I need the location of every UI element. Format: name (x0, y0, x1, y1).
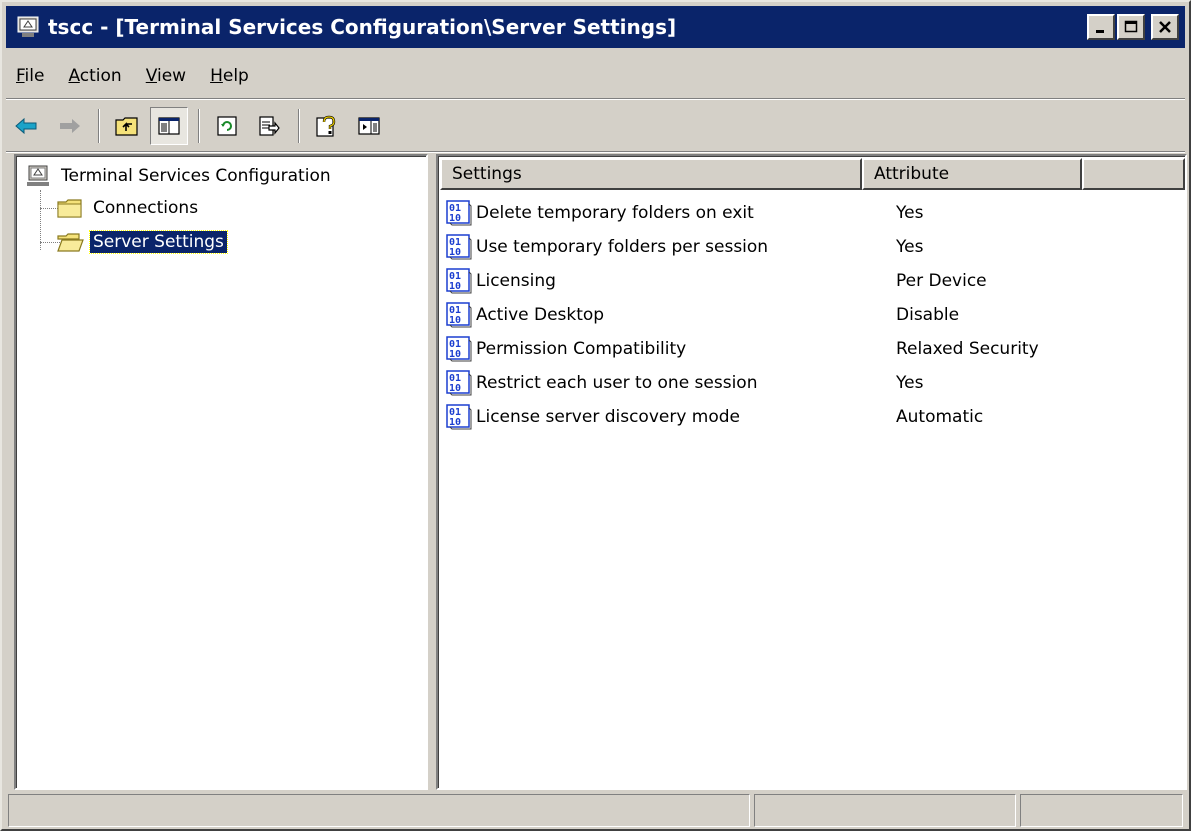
svg-text:10: 10 (449, 213, 461, 224)
list-header: Settings Attribute (440, 158, 1185, 190)
window-title: tscc - [Terminal Services Configuration\… (48, 15, 677, 39)
show-hide-tree-icon (158, 117, 180, 135)
setting-attribute: Per Device (896, 271, 987, 291)
svg-text:10: 10 (449, 281, 461, 292)
setting-attribute: Disable (896, 305, 960, 325)
menu-view[interactable]: View (136, 66, 200, 86)
forward-button[interactable] (50, 107, 88, 145)
menu-file[interactable]: File (6, 66, 58, 86)
setting-name: Use temporary folders per session (476, 237, 769, 257)
list-item[interactable]: 01 10 License server discovery mode Autom… (446, 400, 1176, 434)
setting-attribute: Relaxed Security (896, 339, 1039, 359)
column-header-settings[interactable]: Settings (440, 158, 862, 190)
back-arrow-icon (15, 117, 37, 135)
list-item[interactable]: 01 10 Use temporary folders per session Y… (446, 230, 1176, 264)
setting-name: Active Desktop (476, 305, 605, 325)
list-item[interactable]: 01 10 Delete temporary folders on exit Ye… (446, 196, 1176, 230)
setting-icon: 0110 (446, 200, 472, 226)
column-header-empty[interactable] (1082, 158, 1185, 190)
menu-divider (6, 98, 1185, 100)
title-bar[interactable]: tscc - [Terminal Services Configuration\… (6, 6, 1185, 48)
setting-icon: 0110 (446, 268, 472, 294)
svg-text:10: 10 (449, 417, 461, 428)
folder-icon (57, 199, 82, 218)
minimize-icon (1096, 30, 1104, 33)
svg-text:10: 10 (449, 383, 461, 394)
terminal-services-config-icon (27, 165, 49, 186)
list-item[interactable]: 01 10 Restrict each user to one session Y… (446, 366, 1176, 400)
list-item[interactable]: 01 10 Active Desktop Disable (446, 298, 1176, 332)
toolbar-separator (98, 109, 100, 143)
toolbar-divider (6, 151, 1185, 153)
show-hide-action-pane-button[interactable] (350, 107, 388, 145)
setting-icon: 0110 (446, 404, 472, 430)
help-button[interactable] (308, 107, 346, 145)
maximize-button[interactable] (1117, 14, 1145, 40)
tree-item-label: Connections (93, 198, 199, 218)
setting-icon: 0110 (446, 370, 472, 396)
setting-attribute: Yes (896, 237, 924, 257)
tree-connector (40, 190, 41, 250)
tree-item-label: Terminal Services Configuration (61, 166, 331, 186)
toolbar-separator (298, 109, 300, 143)
menu-action[interactable]: Action (58, 66, 135, 86)
open-folder-icon (57, 233, 84, 252)
toolbar-separator (198, 109, 200, 143)
menu-bar: File Action View Help (6, 56, 263, 96)
svg-text:10: 10 (449, 315, 461, 326)
toolbar (8, 102, 1187, 150)
status-pane-right (1020, 794, 1183, 827)
setting-attribute: Automatic (896, 407, 984, 427)
column-header-attribute[interactable]: Attribute (862, 158, 1082, 190)
menu-help[interactable]: Help (200, 66, 263, 86)
terminal-services-icon (17, 16, 39, 37)
setting-icon: 0110 (446, 336, 472, 362)
setting-name: Licensing (476, 271, 556, 291)
minimize-button[interactable] (1087, 14, 1115, 40)
status-pane-main (8, 794, 750, 827)
svg-text:10: 10 (449, 247, 461, 258)
refresh-icon (217, 116, 237, 136)
close-button[interactable] (1151, 14, 1179, 40)
details-list[interactable]: Settings Attribute 01 10 Delete temporary… (436, 154, 1187, 790)
setting-name: Restrict each user to one session (476, 373, 758, 393)
setting-attribute: Yes (896, 203, 924, 223)
refresh-button[interactable] (208, 107, 246, 145)
list-rows: 01 10 Delete temporary folders on exit Ye… (446, 196, 1176, 434)
setting-name: Delete temporary folders on exit (476, 203, 754, 223)
setting-name: Permission Compatibility (476, 339, 687, 359)
setting-icon: 0110 (446, 234, 472, 260)
help-icon (316, 115, 336, 137)
tree-item-connections[interactable]: Connections (56, 196, 201, 220)
export-list-icon (259, 116, 280, 136)
console-tree[interactable]: Terminal Services Configuration Connecti… (14, 154, 428, 790)
app-window: tscc - [Terminal Services Configuration\… (0, 0, 1191, 831)
action-pane-icon (358, 117, 380, 135)
tree-item-label-selected: Server Settings (89, 230, 228, 254)
back-button[interactable] (8, 107, 46, 145)
svg-text:10: 10 (449, 349, 461, 360)
status-pane-middle (754, 794, 1016, 827)
export-list-button[interactable] (250, 107, 288, 145)
tree-item-root[interactable]: Terminal Services Configuration (26, 164, 334, 188)
setting-name: License server discovery mode (476, 407, 741, 427)
maximize-icon (1124, 20, 1138, 33)
list-item[interactable]: 01 10 Licensing Per Device (446, 264, 1176, 298)
up-one-level-button[interactable] (108, 107, 146, 145)
close-icon (1159, 21, 1171, 33)
list-item[interactable]: 01 10 Permission Compatibility Relaxed Se… (446, 332, 1176, 366)
up-folder-icon (115, 117, 138, 136)
setting-attribute: Yes (896, 373, 924, 393)
setting-icon: 0110 (446, 302, 472, 328)
tree-item-server-settings[interactable]: Server Settings (56, 230, 228, 254)
forward-arrow-icon (60, 119, 80, 133)
show-hide-console-tree-button[interactable] (150, 107, 188, 145)
status-bar (8, 794, 1187, 827)
